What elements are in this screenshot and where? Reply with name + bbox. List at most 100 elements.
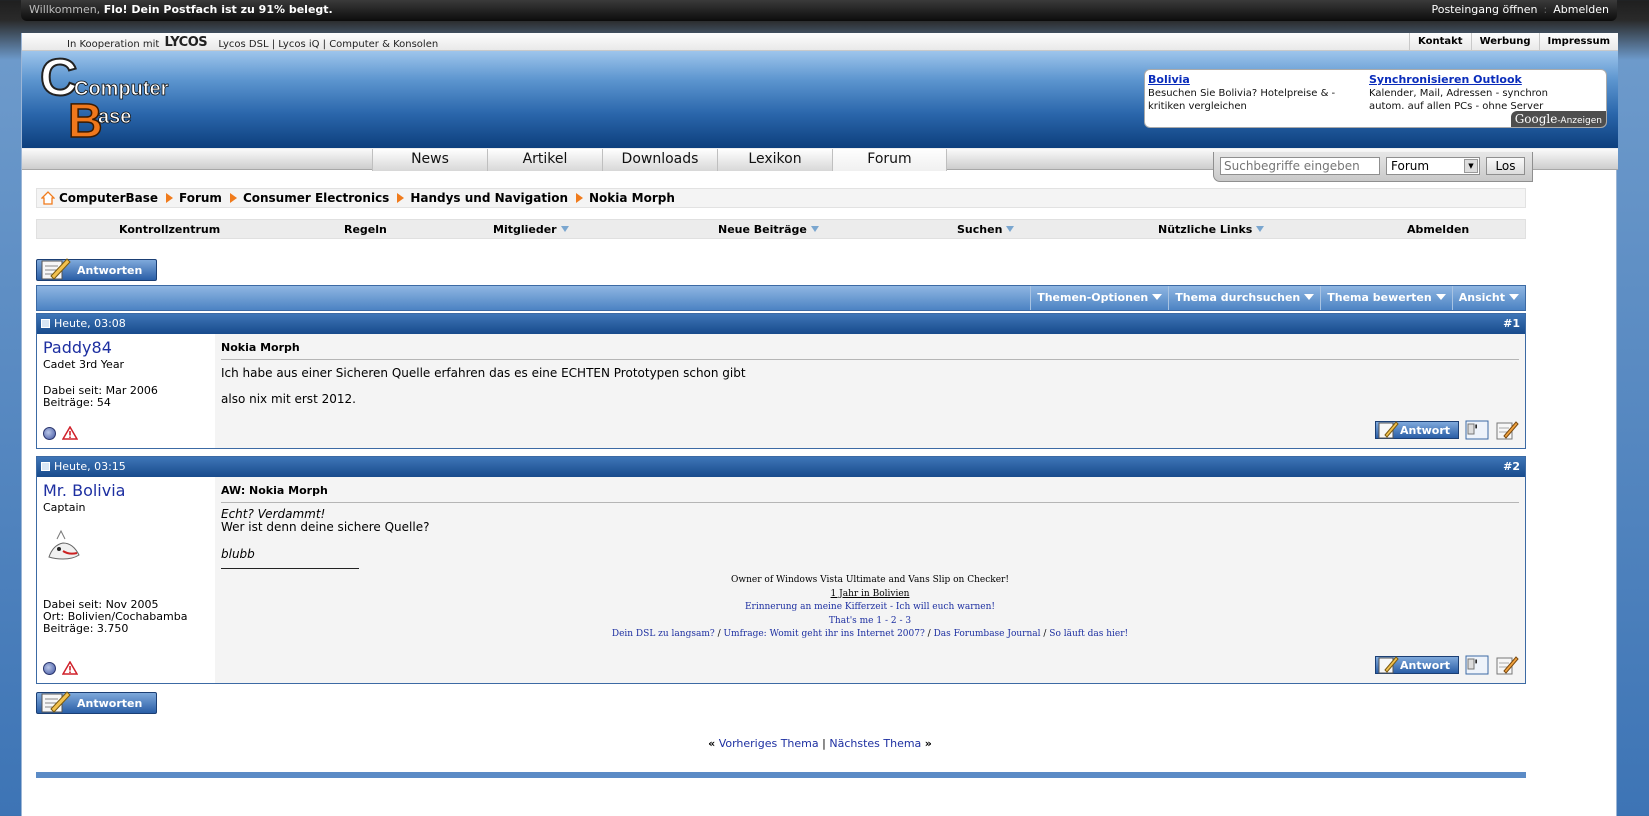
- user-avatar[interactable]: [43, 525, 83, 565]
- breadcrumb-consumer-electronics[interactable]: Consumer Electronics: [243, 191, 389, 205]
- post-message-line: Ich habe aus einer Sicheren Quelle erfah…: [221, 366, 746, 380]
- thread-search-menu[interactable]: Thema durchsuchen: [1168, 286, 1320, 310]
- home-icon[interactable]: [41, 191, 55, 205]
- ad-outlook-title[interactable]: Synchronisieren Outlook: [1369, 73, 1522, 86]
- signature-link[interactable]: 1 Jahr in Bolivien: [221, 588, 1519, 602]
- breadcrumb-handys[interactable]: Handys und Navigation: [410, 191, 568, 205]
- chevron-down-icon: [1006, 226, 1015, 232]
- chevron-down-icon: [810, 226, 819, 232]
- post-number[interactable]: #2: [1503, 460, 1520, 473]
- double-left-arrow-icon: «: [708, 737, 716, 750]
- signature-link[interactable]: Dein DSL zu langsam?: [612, 629, 715, 639]
- search-input[interactable]: [1220, 157, 1380, 175]
- reply-button-bottom[interactable]: Antworten: [36, 691, 157, 714]
- reply-button-top[interactable]: Antworten: [36, 258, 157, 281]
- google-ads-suffix: -Anzeigen: [1557, 116, 1602, 126]
- navbar-abmelden[interactable]: Abmelden: [1407, 223, 1469, 236]
- inbox-link[interactable]: Posteingang öffnen: [1431, 3, 1537, 16]
- quote-icon[interactable]: ": [1465, 420, 1489, 440]
- quote-icon[interactable]: ": [1465, 655, 1489, 675]
- post-reply-button[interactable]: Antwort: [1375, 421, 1459, 439]
- breadcrumb-computerbase[interactable]: ComputerBase: [59, 191, 158, 205]
- breadcrumb-arrow-icon: [166, 193, 174, 203]
- chevron-down-icon: [1256, 226, 1265, 232]
- cooperation-strip: In Kooperation mit LYCOS Lycos DSL | Lyc…: [22, 33, 1618, 51]
- impressum-link[interactable]: Impressum: [1538, 33, 1618, 51]
- post-message-line: also nix mit erst 2012.: [221, 392, 356, 406]
- edit-post-icon[interactable]: [1495, 655, 1519, 675]
- chevron-down-icon: [560, 226, 569, 232]
- edit-post-icon[interactable]: [1495, 420, 1519, 440]
- thread-view-menu[interactable]: Ansicht: [1451, 286, 1525, 310]
- chevron-down-icon: [1435, 294, 1446, 300]
- breadcrumb-forum[interactable]: Forum: [179, 191, 222, 205]
- post-username[interactable]: Mr. Bolivia: [43, 481, 125, 500]
- thread-rate-menu[interactable]: Thema bewerten: [1320, 286, 1451, 310]
- welcome-message: Willkommen, Flo! Dein Postfach ist zu 91…: [29, 3, 333, 16]
- reply-button-label: Antworten: [77, 697, 143, 710]
- pencil-icon: [1378, 656, 1399, 674]
- search-scope-select[interactable]: Forum ▼: [1386, 157, 1480, 175]
- nav-tab-downloads[interactable]: Downloads: [602, 149, 717, 171]
- lycos-links[interactable]: Lycos DSL | Lycos iQ | Computer & Konsol…: [218, 39, 438, 50]
- post-reply-button[interactable]: Antwort: [1375, 656, 1459, 674]
- kontakt-link[interactable]: Kontakt: [1409, 33, 1471, 51]
- google-ads-label[interactable]: Google-Anzeigen: [1510, 111, 1606, 127]
- ad-outlook[interactable]: Synchronisieren Outlook Kalender, Mail, …: [1369, 73, 1569, 113]
- ad-bolivia-title[interactable]: Bolivia: [1148, 73, 1190, 86]
- navbar-kontrollzentrum[interactable]: Kontrollzentrum: [119, 223, 220, 236]
- post-2: Heute, 03:15 #2 Mr. Bolivia Captain Dabe…: [36, 456, 1526, 684]
- thread-view-label: Ansicht: [1458, 291, 1505, 304]
- navbar-nuetzliche-links[interactable]: Nützliche Links: [1158, 223, 1265, 236]
- user-post-count: Beiträge: 54: [43, 396, 111, 409]
- nav-tab-lexikon[interactable]: Lexikon: [717, 149, 832, 171]
- report-warning-icon[interactable]: [62, 426, 78, 440]
- post-username[interactable]: Paddy84: [43, 338, 112, 357]
- ad-outlook-text: Kalender, Mail, Adressen - synchron auto…: [1369, 88, 1548, 112]
- breadcrumb-arrow-icon: [576, 193, 583, 203]
- post-reply-label: Antwort: [1400, 424, 1451, 437]
- post-number[interactable]: #1: [1503, 317, 1520, 330]
- search-box: Forum ▼ Los: [1213, 152, 1533, 182]
- logout-link-top[interactable]: Abmelden: [1553, 3, 1609, 16]
- chevron-down-icon: [1509, 294, 1519, 300]
- post-date: Heute, 03:08: [54, 317, 126, 330]
- lycos-logo[interactable]: LYCOS: [164, 35, 207, 50]
- nav-tab-forum[interactable]: Forum: [832, 149, 947, 171]
- post-header: Heute, 03:08 #1: [37, 314, 1525, 334]
- signature-link[interactable]: Das Forumbase Journal: [934, 629, 1041, 639]
- footer-strip: [36, 772, 1526, 778]
- signature-link[interactable]: Erinnerung an meine Kifferzeit - Ich wil…: [221, 601, 1519, 615]
- user-rank: Cadet 3rd Year: [43, 358, 125, 371]
- computerbase-logo[interactable]: C Computer B ase: [38, 57, 188, 143]
- signature-link[interactable]: That's me 1 - 2 - 3: [221, 615, 1519, 629]
- nav-tab-news[interactable]: News: [372, 149, 487, 171]
- svg-text:ase: ase: [98, 106, 131, 128]
- navbar-regeln[interactable]: Regeln: [344, 223, 387, 236]
- thread-search-label: Thema durchsuchen: [1175, 291, 1301, 304]
- signature-link[interactable]: Umfrage: Womit geht ihr ins Internet 200…: [723, 629, 924, 639]
- nav-tab-artikel[interactable]: Artikel: [487, 149, 602, 171]
- welcome-username[interactable]: Flo: [104, 3, 123, 16]
- forum-navbar: Kontrollzentrum Regeln Mitglieder Neue B…: [36, 219, 1526, 239]
- mailbox-status[interactable]: ! Dein Postfach ist zu 91% belegt.: [123, 3, 333, 16]
- page-container: In Kooperation mit LYCOS Lycos DSL | Lyc…: [21, 33, 1618, 816]
- post-1: Heute, 03:08 #1 Paddy84 Cadet 3rd Year D…: [36, 313, 1526, 449]
- thread-options-menu[interactable]: Themen-Optionen: [1030, 286, 1168, 310]
- navbar-suchen[interactable]: Suchen: [957, 223, 1015, 236]
- navbar-neue-beitraege[interactable]: Neue Beiträge: [718, 223, 819, 236]
- werbung-link[interactable]: Werbung: [1470, 33, 1539, 51]
- signature-link[interactable]: So läuft das hier!: [1049, 629, 1128, 639]
- post-header: Heute, 03:15 #2: [37, 457, 1525, 477]
- previous-thread-link[interactable]: Vorheriges Thema: [719, 737, 819, 750]
- user-rank: Captain: [43, 501, 86, 514]
- search-button[interactable]: Los: [1486, 157, 1525, 175]
- google-ads-box: Bolivia Besuchen Sie Bolivia? Hotelpreis…: [1144, 69, 1607, 128]
- ad-bolivia[interactable]: Bolivia Besuchen Sie Bolivia? Hotelpreis…: [1148, 73, 1348, 113]
- offline-status-icon: [43, 661, 56, 675]
- report-warning-icon[interactable]: [62, 661, 78, 675]
- welcome-prefix: Willkommen,: [29, 3, 104, 16]
- next-thread-link[interactable]: Nächstes Thema: [829, 737, 921, 750]
- offline-status-icon: [43, 426, 56, 440]
- navbar-mitglieder[interactable]: Mitglieder: [493, 223, 569, 236]
